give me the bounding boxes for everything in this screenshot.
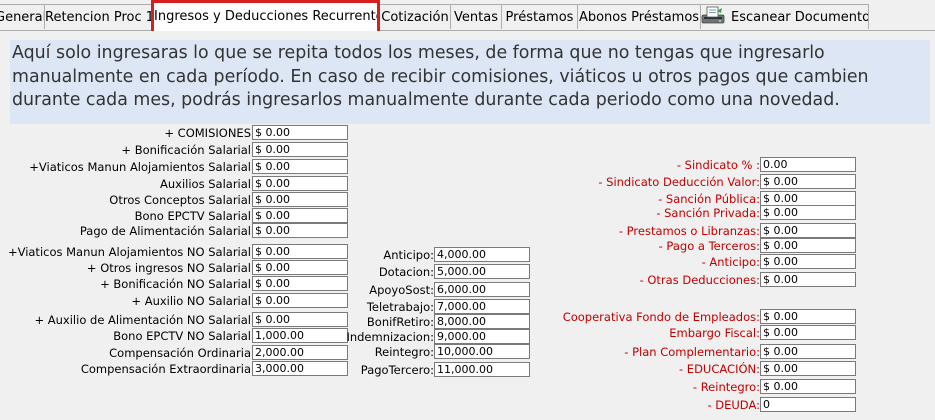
tab-prestamos[interactable]: Préstamos (501, 4, 578, 29)
sindicato-deduccion-valor-label: - Sindicato Deducción Valor: (598, 175, 760, 189)
auxilios-salarial-input[interactable]: $ 0.00 (252, 176, 348, 191)
comisiones-label: + COMISIONES (164, 126, 251, 140)
tab-retencion-proc-1[interactable]: Retencion Proc 1 (44, 4, 153, 29)
tab-bar: General Retencion Proc 1 Cotización Vent… (0, 0, 935, 31)
tab-ventas[interactable]: Ventas (450, 4, 502, 29)
compensacion-extraordinaria-input[interactable]: 3,000.00 (252, 361, 348, 376)
tab-label: Cotización (381, 10, 449, 25)
bonifretiro-input[interactable]: 8,000.00 (434, 314, 530, 329)
indemnizacion-input[interactable]: 9,000.00 (434, 329, 530, 344)
tab-label: Retencion Proc 1 (45, 10, 153, 25)
otros-conceptos-salarial-label: Otros Conceptos Salarial (109, 193, 251, 207)
auxilios-salarial-label: Auxilios Salarial (160, 177, 251, 191)
tab-label: Ventas (454, 10, 498, 25)
tab-label: Abonos Préstamos (578, 10, 700, 25)
tab-label: General (0, 10, 45, 25)
cooperativa-fondo-label: Cooperativa Fondo de Empleados: (562, 310, 760, 324)
tab-general[interactable]: General (0, 4, 45, 29)
apoyosost-input[interactable]: 6,000.00 (434, 282, 530, 297)
reintegro-deduccion-input[interactable]: $ 0.00 (760, 379, 856, 394)
sindicato-porcentaje-label: - Sindicato % : (676, 158, 760, 172)
sindicato-porcentaje-input[interactable]: 0.00 (760, 157, 856, 172)
dotacion-label: Dotacion: (378, 265, 434, 279)
comisiones-input[interactable]: $ 0.00 (252, 125, 348, 140)
pago-terceros-input[interactable]: $ 0.00 (760, 238, 856, 253)
apoyosost-label: ApoyoSost: (369, 283, 434, 297)
auxilio-no-salarial-input[interactable]: $ 0.00 (252, 293, 348, 308)
cooperativa-fondo-input[interactable]: $ 0.00 (760, 309, 856, 324)
bonificacion-salarial-input[interactable]: $ 0.00 (252, 142, 348, 157)
info-notice: Aquí solo ingresaras lo que se repita to… (10, 40, 930, 124)
otros-ingresos-no-salarial-label: + Otros ingresos NO Salarial (86, 261, 251, 275)
pagotercero-input[interactable]: 11,000.00 (434, 362, 530, 377)
otros-ingresos-no-salarial-input[interactable]: $ 0.00 (252, 260, 348, 275)
reintegro-label: Reintegro: (374, 345, 434, 359)
tab-label: Escanear Documentos (731, 10, 869, 25)
compensacion-ordinaria-label: Compensación Ordinaria (109, 346, 251, 360)
bono-epctv-salarial-input[interactable]: $ 0.00 (252, 208, 348, 223)
bonificacion-salarial-label: + Bonificación Salarial (121, 143, 251, 157)
tab-abonos-prestamos[interactable]: Abonos Préstamos (577, 4, 701, 29)
anticipo-deduccion-input[interactable]: $ 0.00 (760, 254, 856, 269)
tab-label: Ingresos y Deducciones Recurrentes (154, 9, 380, 24)
bono-epctv-salarial-label: Bono EPCTV Salarial (134, 209, 251, 223)
sancion-privada-label: - Sanción Privada: (656, 206, 760, 220)
bonificacion-no-salarial-input[interactable]: $ 0.00 (252, 276, 348, 291)
bono-epctv-no-salarial-input[interactable]: 1,000.00 (252, 328, 348, 343)
viaticos-salarial-input[interactable]: $ 0.00 (252, 159, 348, 174)
deuda-label: - DEUDA: (707, 398, 760, 412)
viaticos-no-salarial-label: +Viaticos Manun Alojamientos NO Salarial (7, 245, 251, 259)
auxilio-alimentacion-no-salarial-label: + Auxilio de Alimentación NO Salarial (34, 313, 251, 327)
dotacion-input[interactable]: 5,000.00 (434, 264, 530, 279)
indemnizacion-label: Indemnizacion: (346, 330, 434, 344)
auxilio-alimentacion-no-salarial-input[interactable]: $ 0.00 (252, 312, 348, 327)
teletrabajo-label: Teletrabajo: (366, 300, 434, 314)
anticipo-label: Anticipo: (383, 248, 434, 262)
anticipo-deduccion-label: - Anticipo: (701, 255, 760, 269)
auxilio-no-salarial-label: + Auxilio NO Salarial (131, 294, 251, 308)
embargo-fiscal-input[interactable]: $ 0.00 (760, 325, 856, 340)
pagotercero-label: PagoTercero: (360, 363, 434, 377)
compensacion-ordinaria-input[interactable]: 2,000.00 (252, 345, 348, 360)
pago-terceros-label: - Pago a Terceros: (658, 239, 760, 253)
compensacion-extraordinaria-label: Compensación Extraordinaria (80, 362, 251, 376)
teletrabajo-input[interactable]: 7,000.00 (434, 299, 530, 314)
tab-ingresos-deducciones[interactable]: Cotización (379, 4, 451, 29)
bonificacion-no-salarial-label: + Bonificación NO Salarial (100, 277, 251, 291)
prestamos-libranzas-label: - Prestamos o Libranzas: (618, 224, 760, 238)
educacion-input[interactable]: $ 0.00 (760, 361, 856, 376)
anticipo-input[interactable]: 4,000.00 (434, 247, 530, 262)
otros-conceptos-salarial-input[interactable]: $ 0.00 (252, 192, 348, 207)
reintegro-input[interactable]: 10,000.00 (434, 344, 530, 359)
viaticos-no-salarial-input[interactable]: $ 0.00 (252, 244, 348, 259)
deuda-input[interactable]: 0 (760, 397, 856, 412)
reintegro-deduccion-label: - Reintegro: (692, 380, 760, 394)
sancion-privada-input[interactable]: $ 0.00 (760, 205, 856, 220)
sancion-publica-input[interactable]: $ 0.00 (760, 191, 856, 206)
sindicato-deduccion-valor-input[interactable]: $ 0.00 (760, 174, 856, 189)
educacion-label: - EDUCACIÓN: (679, 362, 760, 376)
tab-ingresos-y-deducciones-recurrentes[interactable]: Ingresos y Deducciones Recurrentes (151, 0, 380, 31)
otras-deducciones-label: - Otras Deducciones: (639, 273, 760, 287)
sancion-publica-label: - Sanción Pública: (658, 192, 760, 206)
viaticos-salarial-label: +Viaticos Manun Alojamientos Salarial (29, 160, 251, 174)
tab-escanear-documentos[interactable]: Escanear Documentos (700, 4, 869, 29)
plan-complementario-label: - Plan Complementario: (624, 345, 760, 359)
prestamos-libranzas-input[interactable]: $ 0.00 (760, 223, 856, 238)
plan-complementario-input[interactable]: $ 0.00 (760, 344, 856, 359)
pago-alimentacion-salarial-input[interactable]: $ 0.00 (252, 223, 348, 238)
bonifretiro-label: BonifRetiro: (366, 315, 434, 329)
embargo-fiscal-label: Embargo Fiscal: (669, 326, 760, 340)
otras-deducciones-input[interactable]: $ 0.00 (760, 272, 856, 287)
tab-label: Préstamos (505, 10, 574, 25)
bono-epctv-no-salarial-label: Bono EPCTV NO Salarial (113, 329, 251, 343)
scanner-icon (701, 6, 725, 26)
pago-alimentacion-salarial-label: Pago de Alimentación Salarial (79, 224, 251, 238)
